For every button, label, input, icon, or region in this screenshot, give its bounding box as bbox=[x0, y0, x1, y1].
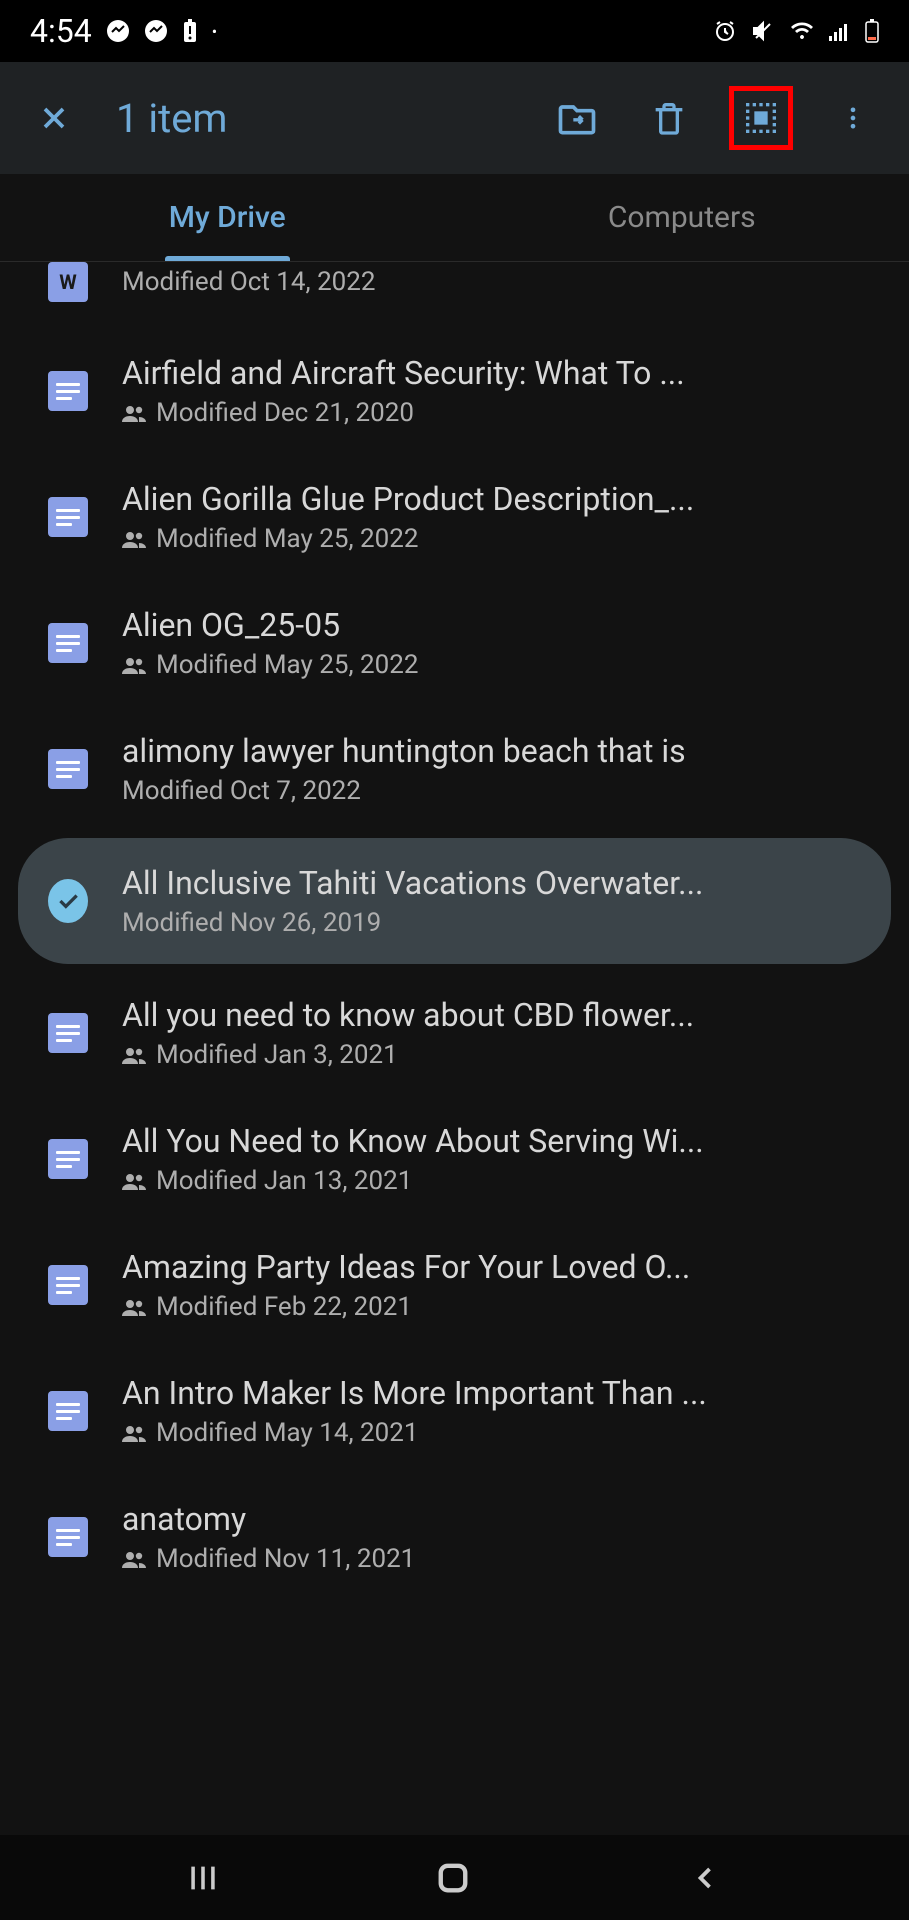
file-title: anatomy bbox=[122, 1500, 875, 1538]
file-meta: Modified Dec 21, 2020 bbox=[122, 398, 875, 428]
file-item[interactable]: All you need to know about CBD flower...… bbox=[0, 970, 909, 1096]
file-item[interactable]: W Modified Oct 14, 2022 bbox=[0, 262, 909, 328]
file-item[interactable]: All Inclusive Tahiti Vacations Overwater… bbox=[18, 838, 891, 964]
tab-computers[interactable]: Computers bbox=[455, 174, 909, 261]
file-text: alimony lawyer huntington beach that is M… bbox=[122, 732, 875, 806]
google-doc-icon bbox=[48, 749, 88, 789]
file-title: Airfield and Aircraft Security: What To … bbox=[122, 354, 875, 392]
battery-alert-icon bbox=[182, 19, 198, 43]
google-doc-icon bbox=[48, 1013, 88, 1053]
shared-icon bbox=[122, 530, 146, 548]
more-options-button[interactable] bbox=[821, 86, 885, 150]
google-doc-icon bbox=[48, 1391, 88, 1431]
recents-nav-button[interactable] bbox=[186, 1861, 220, 1895]
status-bar: 4:54 • bbox=[0, 0, 909, 62]
file-item[interactable]: An Intro Maker Is More Important Than ..… bbox=[0, 1348, 909, 1474]
file-meta: Modified Oct 14, 2022 bbox=[122, 267, 875, 297]
status-time: 4:54 bbox=[30, 12, 92, 50]
dot-icon: • bbox=[212, 22, 217, 41]
shared-icon bbox=[122, 656, 146, 674]
tab-my-drive[interactable]: My Drive bbox=[0, 174, 455, 261]
word-doc-icon: W bbox=[48, 262, 88, 302]
file-title: Amazing Party Ideas For Your Loved O... bbox=[122, 1248, 875, 1286]
messenger-icon bbox=[106, 19, 130, 43]
file-meta: Modified Nov 11, 2021 bbox=[122, 1544, 875, 1574]
alarm-icon bbox=[713, 19, 737, 43]
google-doc-icon bbox=[48, 623, 88, 663]
file-text: All you need to know about CBD flower...… bbox=[122, 996, 875, 1070]
app-bar: 1 item bbox=[0, 62, 909, 174]
delete-button[interactable] bbox=[637, 86, 701, 150]
file-title: Alien Gorilla Glue Product Description_.… bbox=[122, 480, 875, 518]
file-title: Alien OG_25-05 bbox=[122, 606, 875, 644]
google-doc-icon bbox=[48, 371, 88, 411]
file-meta: Modified Nov 26, 2019 bbox=[122, 908, 857, 938]
google-doc-icon bbox=[48, 1139, 88, 1179]
file-text: Alien OG_25-05 Modified May 25, 2022 bbox=[122, 606, 875, 680]
file-meta: Modified May 25, 2022 bbox=[122, 524, 875, 554]
file-title: alimony lawyer huntington beach that is bbox=[122, 732, 875, 770]
file-text: An Intro Maker Is More Important Than ..… bbox=[122, 1374, 875, 1448]
google-doc-icon bbox=[48, 1265, 88, 1305]
file-item[interactable]: Airfield and Aircraft Security: What To … bbox=[0, 328, 909, 454]
selection-count: 1 item bbox=[116, 95, 545, 142]
file-title: All you need to know about CBD flower... bbox=[122, 996, 875, 1034]
file-item[interactable]: anatomy Modified Nov 11, 2021 bbox=[0, 1474, 909, 1600]
nav-bar bbox=[0, 1835, 909, 1920]
file-meta: Modified May 25, 2022 bbox=[122, 650, 875, 680]
file-item[interactable]: Alien OG_25-05 Modified May 25, 2022 bbox=[0, 580, 909, 706]
file-title: All You Need to Know About Serving Wi... bbox=[122, 1122, 875, 1160]
file-meta: Modified May 14, 2021 bbox=[122, 1418, 875, 1448]
shared-icon bbox=[122, 1046, 146, 1064]
shared-icon bbox=[122, 1550, 146, 1568]
shared-icon bbox=[122, 1424, 146, 1442]
messenger-icon bbox=[144, 19, 168, 43]
file-meta: Modified Jan 13, 2021 bbox=[122, 1166, 875, 1196]
file-list: W Modified Oct 14, 2022 Airfield and Aircr… bbox=[0, 262, 909, 1600]
file-item[interactable]: All You Need to Know About Serving Wi...… bbox=[0, 1096, 909, 1222]
select-all-button[interactable] bbox=[729, 86, 793, 150]
file-text: Alien Gorilla Glue Product Description_.… bbox=[122, 480, 875, 554]
home-nav-button[interactable] bbox=[432, 1857, 474, 1899]
google-doc-icon bbox=[48, 1517, 88, 1557]
file-text: Airfield and Aircraft Security: What To … bbox=[122, 354, 875, 428]
file-meta: Modified Feb 22, 2021 bbox=[122, 1292, 875, 1322]
file-meta: Modified Jan 3, 2021 bbox=[122, 1040, 875, 1070]
file-title: An Intro Maker Is More Important Than ..… bbox=[122, 1374, 875, 1412]
file-text: All Inclusive Tahiti Vacations Overwater… bbox=[122, 864, 857, 938]
file-meta: Modified Oct 7, 2022 bbox=[122, 776, 875, 806]
file-text: All You Need to Know About Serving Wi...… bbox=[122, 1122, 875, 1196]
file-item[interactable]: Amazing Party Ideas For Your Loved O... M… bbox=[0, 1222, 909, 1348]
close-button[interactable] bbox=[24, 88, 84, 148]
signal-icon bbox=[829, 21, 851, 41]
file-item[interactable]: alimony lawyer huntington beach that is M… bbox=[0, 706, 909, 832]
file-text: anatomy Modified Nov 11, 2021 bbox=[122, 1500, 875, 1574]
shared-icon bbox=[122, 404, 146, 422]
shared-icon bbox=[122, 1298, 146, 1316]
back-nav-button[interactable] bbox=[687, 1860, 723, 1896]
file-text: Modified Oct 14, 2022 bbox=[122, 267, 875, 297]
mute-icon bbox=[751, 19, 775, 43]
file-title: All Inclusive Tahiti Vacations Overwater… bbox=[122, 864, 857, 902]
wifi-icon bbox=[789, 21, 815, 41]
selected-check-icon bbox=[48, 881, 88, 921]
battery-icon bbox=[865, 19, 879, 43]
file-text: Amazing Party Ideas For Your Loved O... M… bbox=[122, 1248, 875, 1322]
file-item[interactable]: Alien Gorilla Glue Product Description_.… bbox=[0, 454, 909, 580]
shared-icon bbox=[122, 1172, 146, 1190]
google-doc-icon bbox=[48, 497, 88, 537]
tabs: My DriveComputers bbox=[0, 174, 909, 262]
move-button[interactable] bbox=[545, 86, 609, 150]
